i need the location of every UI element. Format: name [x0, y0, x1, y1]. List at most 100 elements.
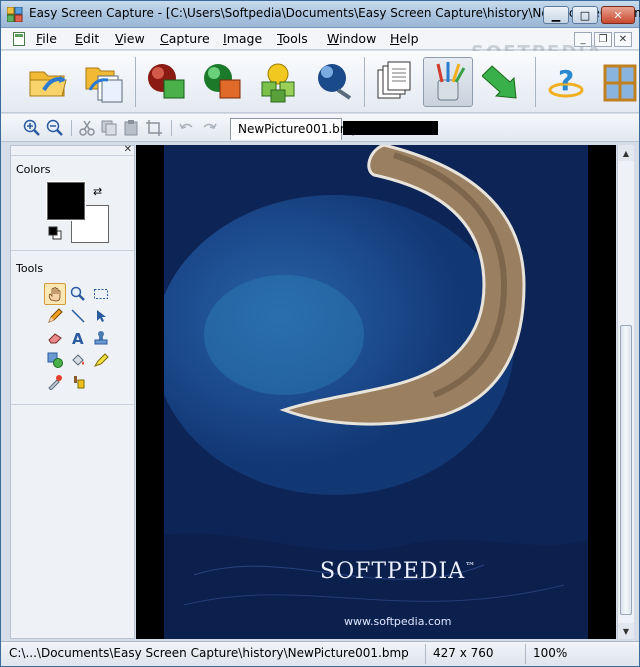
redo-icon: [203, 123, 217, 129]
fill-tool[interactable]: [67, 349, 89, 371]
document-icon[interactable]: [13, 32, 25, 46]
reset-colors-icon[interactable]: [48, 226, 62, 240]
arrow-pointer-icon: [97, 310, 106, 322]
paint-bucket-icon: [72, 354, 84, 366]
zoom-out-button[interactable]: [46, 119, 64, 137]
stamp-tool[interactable]: [90, 327, 112, 349]
scroll-up-button[interactable]: ▲: [618, 145, 634, 161]
foreground-color-swatch[interactable]: [46, 181, 86, 221]
clone-tool[interactable]: [67, 371, 89, 393]
status-path: C:\...\Documents\Easy Screen Capture\his…: [9, 646, 409, 660]
eyedropper-tool[interactable]: [44, 371, 66, 393]
eraser-icon: [48, 333, 62, 344]
save-button[interactable]: [479, 57, 529, 107]
editor-button[interactable]: [423, 57, 473, 107]
window-button[interactable]: [595, 57, 639, 107]
undo-button[interactable]: [178, 119, 196, 137]
shapes-icon: [47, 352, 63, 368]
left-panel: ✕ Colors ⇄ Tools A: [10, 144, 135, 639]
capture-region-button[interactable]: [141, 57, 191, 107]
status-dimensions: 427 x 760: [433, 646, 494, 660]
redo-button[interactable]: [200, 119, 218, 137]
text-tool[interactable]: A: [67, 327, 89, 349]
cut-button[interactable]: [78, 119, 96, 137]
menu-tools[interactable]: Tools: [277, 31, 308, 46]
highlighter-tool[interactable]: [90, 349, 112, 371]
maximize-icon: □: [579, 8, 591, 22]
paste-button[interactable]: [122, 119, 140, 137]
close-icon[interactable]: ✕: [124, 144, 132, 155]
close-icon: ✕: [618, 34, 628, 45]
text-a-icon: A: [72, 330, 84, 346]
capture-cubes-icon: [261, 63, 295, 103]
picture-brand-text: SOFTPEDIA™: [320, 559, 477, 584]
pointer-tool[interactable]: [90, 305, 112, 327]
panel-header: ✕: [11, 144, 134, 156]
menu-image[interactable]: Image: [223, 31, 262, 46]
menu-view[interactable]: View: [115, 31, 145, 46]
crop-button[interactable]: [145, 119, 163, 137]
copy-icon: [101, 120, 117, 136]
undo-icon: [179, 123, 193, 129]
minimize-icon: _: [580, 34, 586, 45]
vertical-scrollbar[interactable]: ▲ ▼: [617, 145, 634, 639]
editor-tools-icon: [436, 62, 466, 101]
maximize-button[interactable]: □: [572, 6, 598, 24]
open-folder-icon: [29, 71, 67, 97]
capture-object-button[interactable]: [309, 57, 359, 107]
copy-to-button[interactable]: [79, 57, 129, 107]
redacted-bar: [343, 121, 438, 135]
help-button[interactable]: ?: [541, 57, 591, 107]
eraser-tool[interactable]: [44, 327, 66, 349]
magnifier-icon: [70, 286, 85, 301]
image-canvas[interactable]: SOFTPEDIA™ www.softpedia.com: [136, 145, 616, 639]
zoom-tool[interactable]: [67, 283, 89, 305]
paste-icon: [124, 120, 138, 136]
menu-capture[interactable]: Capture: [160, 31, 210, 46]
select-tool[interactable]: [90, 283, 112, 305]
crop-icon: [146, 120, 162, 136]
copy-files-icon: [85, 67, 123, 103]
stamp-icon: [94, 331, 108, 345]
hand-icon: [48, 287, 61, 302]
colors-label: Colors: [16, 163, 51, 176]
menu-help[interactable]: Help: [390, 31, 419, 46]
scroll-down-icon: ▼: [622, 626, 630, 636]
open-button[interactable]: [23, 57, 73, 107]
scroll-thumb[interactable]: [620, 325, 632, 615]
help-icon: ?: [548, 64, 584, 98]
capture-window-button[interactable]: [197, 57, 247, 107]
mdi-restore-button[interactable]: ❐: [594, 32, 612, 47]
minimize-button[interactable]: ▁: [543, 6, 569, 24]
line-icon: [71, 309, 85, 323]
captured-picture: SOFTPEDIA™ www.softpedia.com: [164, 145, 588, 639]
capture-rectangle-icon: [148, 64, 185, 99]
status-zoom: 100%: [533, 646, 568, 660]
close-button[interactable]: ✕: [601, 6, 635, 24]
tab-newpicture001[interactable]: NewPicture001.bmp: [230, 118, 359, 140]
zoom-in-button[interactable]: [23, 119, 41, 137]
capture-window-icon: [204, 64, 241, 99]
restore-icon: ❐: [598, 34, 608, 45]
menu-window[interactable]: Window: [327, 31, 376, 46]
pencil-tool[interactable]: [44, 305, 66, 327]
mdi-close-button[interactable]: ✕: [614, 32, 632, 47]
highlighter-icon: [93, 353, 109, 367]
app-icon: [7, 7, 23, 22]
menu-file[interactable]: File: [36, 31, 57, 46]
scroll-down-button[interactable]: ▼: [618, 623, 634, 639]
capture-objects-button[interactable]: [253, 57, 303, 107]
menu-edit[interactable]: Edit: [75, 31, 99, 46]
history-button[interactable]: [369, 57, 419, 107]
mdi-minimize-button[interactable]: _: [574, 32, 592, 47]
line-tool[interactable]: [67, 305, 89, 327]
menu-bar: SOFTPEDIA File Edit View Capture Image T…: [1, 28, 639, 63]
swap-colors-icon[interactable]: ⇄: [93, 185, 102, 198]
hand-tool[interactable]: [44, 283, 66, 305]
title-bar[interactable]: Easy Screen Capture - [C:\Users\Softpedi…: [1, 1, 640, 28]
eyedropper-icon: [48, 375, 62, 390]
shape-tool[interactable]: [44, 349, 66, 371]
copy-button[interactable]: [100, 119, 118, 137]
status-bar: C:\...\Documents\Easy Screen Capture\his…: [1, 641, 639, 666]
svg-text:?: ?: [558, 64, 574, 97]
